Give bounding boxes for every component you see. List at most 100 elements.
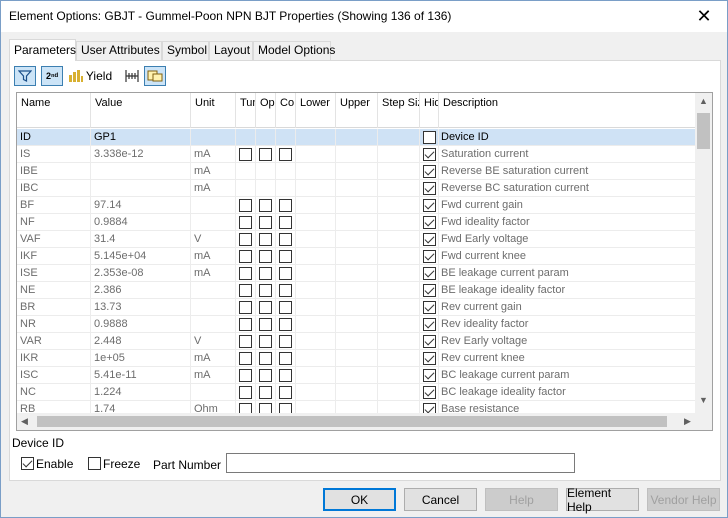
scroll-right-icon[interactable]: ▶ [684, 416, 691, 427]
table-row[interactable]: ISC 5.41e-11 mA BC leakage current param [17, 367, 697, 384]
hide-checkbox[interactable] [423, 318, 436, 331]
param-unit-cell[interactable]: mA [191, 163, 236, 180]
tune-checkbox[interactable] [239, 318, 252, 331]
param-name-cell[interactable]: VAF [17, 231, 91, 248]
param-value-cell[interactable]: 2.386 [91, 282, 191, 299]
param-unit-cell[interactable]: mA [191, 265, 236, 282]
constrain-cell[interactable] [276, 129, 296, 146]
table-row[interactable]: NF 0.9884 Fwd ideality factor [17, 214, 697, 231]
param-description-cell[interactable]: Device ID [439, 129, 697, 146]
lower-cell[interactable] [296, 197, 336, 214]
tune-cell[interactable] [236, 180, 256, 197]
param-description-cell[interactable]: Rev current gain [439, 299, 697, 316]
optimize-cell[interactable] [256, 129, 276, 146]
param-unit-cell[interactable]: mA [191, 146, 236, 163]
lower-cell[interactable] [296, 180, 336, 197]
step-size-cell[interactable] [378, 248, 420, 265]
param-name-cell[interactable]: IKR [17, 350, 91, 367]
col-header-value[interactable]: Value [91, 93, 191, 128]
param-value-cell[interactable]: 2.353e-08 [91, 265, 191, 282]
optimize-cell[interactable] [256, 163, 276, 180]
hide-checkbox[interactable] [423, 233, 436, 246]
constrain-checkbox[interactable] [279, 216, 292, 229]
upper-cell[interactable] [336, 265, 378, 282]
yield-button[interactable]: Yield [66, 66, 114, 86]
hide-checkbox[interactable] [423, 216, 436, 229]
param-name-cell[interactable]: NR [17, 316, 91, 333]
tune-checkbox[interactable] [239, 216, 252, 229]
lower-cell[interactable] [296, 299, 336, 316]
lower-cell[interactable] [296, 146, 336, 163]
step-size-cell[interactable] [378, 180, 420, 197]
step-size-cell[interactable] [378, 214, 420, 231]
table-row[interactable]: BF 97.14 Fwd current gain [17, 197, 697, 214]
constrain-checkbox[interactable] [279, 352, 292, 365]
upper-cell[interactable] [336, 367, 378, 384]
tab-parameters[interactable]: Parameters [9, 39, 76, 61]
param-description-cell[interactable]: BC leakage ideality factor [439, 384, 697, 401]
param-name-cell[interactable]: IS [17, 146, 91, 163]
param-value-cell[interactable]: GP1 [91, 129, 191, 146]
freeze-checkbox[interactable] [88, 457, 101, 470]
step-size-cell[interactable] [378, 367, 420, 384]
param-name-cell[interactable]: NC [17, 384, 91, 401]
lower-cell[interactable] [296, 231, 336, 248]
param-value-cell[interactable]: 2.448 [91, 333, 191, 350]
upper-cell[interactable] [336, 282, 378, 299]
step-size-cell[interactable] [378, 163, 420, 180]
step-size-cell[interactable] [378, 231, 420, 248]
constrain-checkbox[interactable] [279, 318, 292, 331]
col-header-hide[interactable]: Hide [420, 93, 439, 128]
tune-cell[interactable] [236, 129, 256, 146]
tab-symbol[interactable]: Symbol [162, 41, 209, 60]
upper-cell[interactable] [336, 146, 378, 163]
upper-cell[interactable] [336, 248, 378, 265]
vertical-scrollbar[interactable]: ▲ ▼ [695, 93, 712, 413]
upper-cell[interactable] [336, 214, 378, 231]
step-size-cell[interactable] [378, 197, 420, 214]
optimize-checkbox[interactable] [259, 233, 272, 246]
param-name-cell[interactable]: NE [17, 282, 91, 299]
constrain-checkbox[interactable] [279, 250, 292, 263]
param-value-cell[interactable]: 1e+05 [91, 350, 191, 367]
table-row[interactable]: IKF 5.145e+04 mA Fwd current knee [17, 248, 697, 265]
param-description-cell[interactable]: BC leakage current param [439, 367, 697, 384]
tab-user-attributes[interactable]: User Attributes [76, 41, 162, 60]
param-description-cell[interactable]: Fwd current knee [439, 248, 697, 265]
optimize-checkbox[interactable] [259, 369, 272, 382]
tab-layout[interactable]: Layout [209, 41, 253, 60]
constrain-checkbox[interactable] [279, 233, 292, 246]
part-number-input[interactable] [226, 453, 575, 473]
hide-checkbox[interactable] [423, 148, 436, 161]
tune-checkbox[interactable] [239, 250, 252, 263]
scroll-left-icon[interactable]: ◀ [21, 416, 28, 427]
element-help-button[interactable]: Element Help [566, 486, 639, 514]
param-value-cell[interactable]: 5.145e+04 [91, 248, 191, 265]
col-header-lower[interactable]: Lower [296, 93, 336, 128]
hide-checkbox[interactable] [423, 250, 436, 263]
constrain-checkbox[interactable] [279, 267, 292, 280]
col-header-description[interactable]: Description [439, 93, 697, 128]
lower-cell[interactable] [296, 350, 336, 367]
param-unit-cell[interactable]: mA [191, 180, 236, 197]
constrain-cell[interactable] [276, 163, 296, 180]
tune-checkbox[interactable] [239, 352, 252, 365]
param-name-cell[interactable]: ID [17, 129, 91, 146]
lower-cell[interactable] [296, 316, 336, 333]
param-value-cell[interactable]: 31.4 [91, 231, 191, 248]
hide-checkbox[interactable] [423, 199, 436, 212]
constrain-checkbox[interactable] [279, 335, 292, 348]
param-description-cell[interactable]: Fwd current gain [439, 197, 697, 214]
col-header-optimize[interactable]: Op [256, 93, 276, 128]
param-unit-cell[interactable] [191, 316, 236, 333]
col-header-upper[interactable]: Upper [336, 93, 378, 128]
constrain-checkbox[interactable] [279, 148, 292, 161]
tune-checkbox[interactable] [239, 301, 252, 314]
hide-checkbox[interactable] [423, 165, 436, 178]
param-value-cell[interactable] [91, 180, 191, 197]
constrain-checkbox[interactable] [279, 386, 292, 399]
upper-cell[interactable] [336, 180, 378, 197]
param-value-cell[interactable]: 0.9884 [91, 214, 191, 231]
param-description-cell[interactable]: Rev current knee [439, 350, 697, 367]
step-size-cell[interactable] [378, 146, 420, 163]
